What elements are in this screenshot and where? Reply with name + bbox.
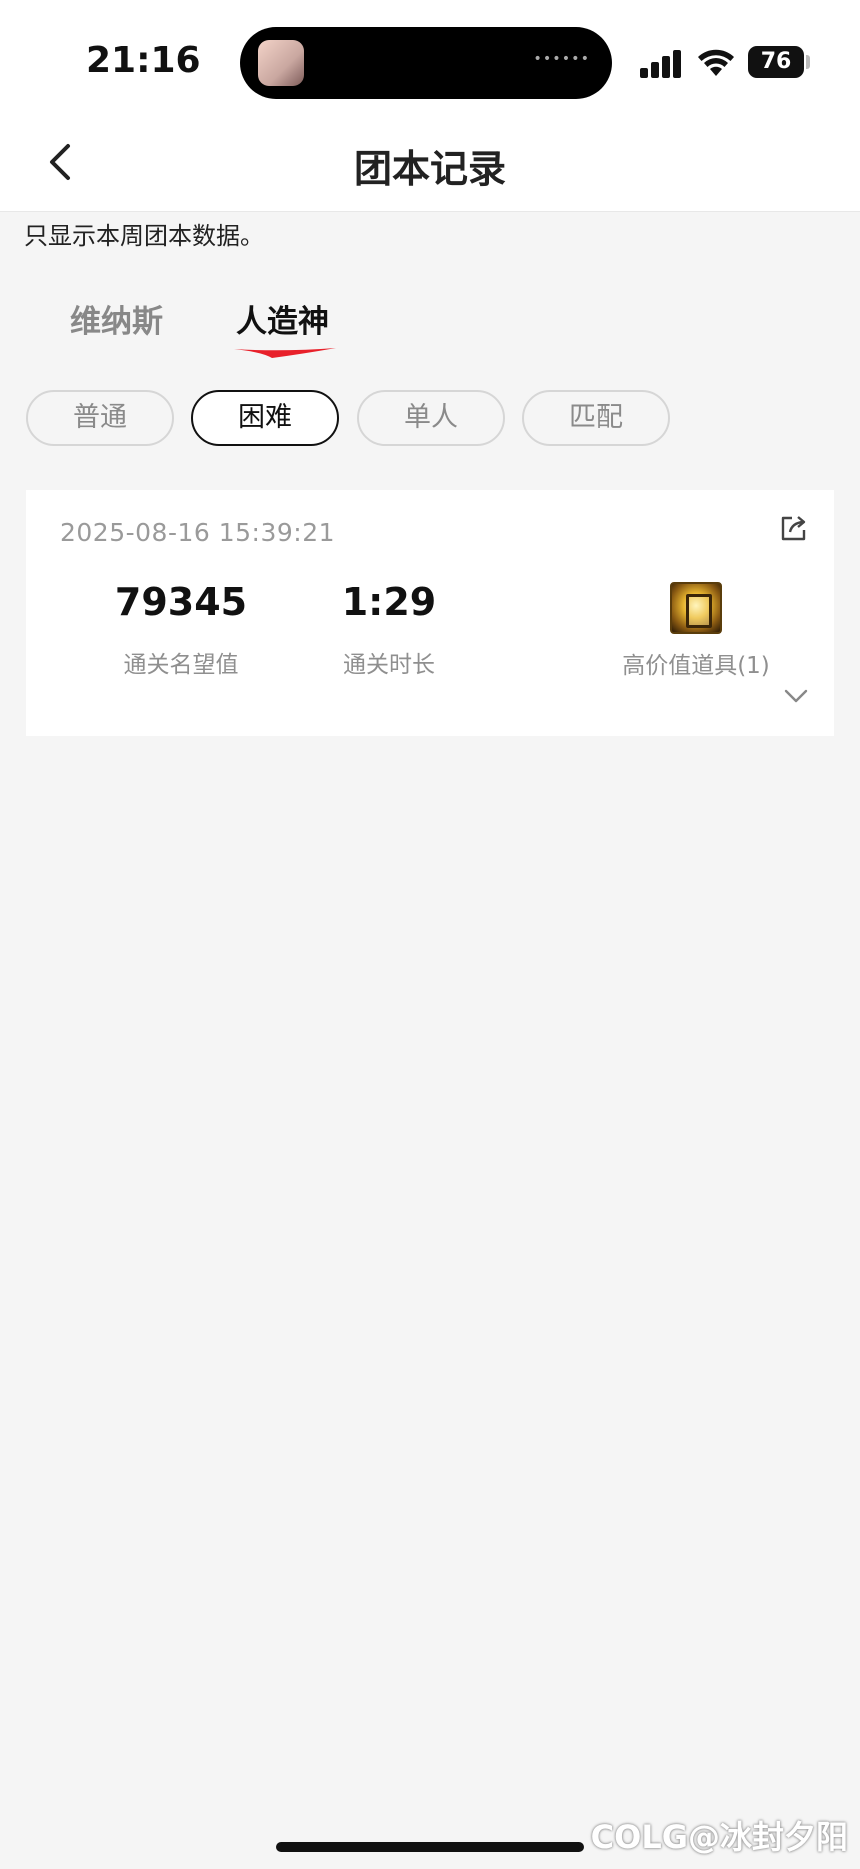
clear-time-value: 1:29 (341, 580, 437, 624)
record-timestamp: 2025-08-16 15:39:21 (60, 518, 336, 547)
clear-time-label: 通关时长 (343, 652, 435, 678)
pill-normal[interactable]: 普通 (26, 390, 174, 446)
pill-hard[interactable]: 困难 (191, 390, 339, 446)
record-card[interactable]: 2025-08-16 15:39:21 79345 通关名望值 1:29 通关时… (26, 490, 834, 736)
tab-venus[interactable]: 维纳斯 (70, 296, 163, 341)
pill-solo[interactable]: 单人 (357, 390, 505, 446)
weekly-notice: 只显示本周团本数据。 (24, 222, 264, 250)
tab-artificial-god[interactable]: 人造神 (236, 296, 329, 341)
reputation-label: 通关名望值 (123, 652, 239, 678)
reputation-value: 79345 (114, 580, 248, 624)
pill-matchmaking[interactable]: 匹配 (522, 390, 670, 446)
high-value-item-label: 高价值道具(1) (622, 653, 770, 679)
dynamic-island[interactable]: •••••• (240, 27, 612, 99)
island-dots-icon: •••••• (533, 51, 590, 67)
treasure-item-icon[interactable] (670, 582, 722, 634)
battery-cap-icon (806, 55, 810, 69)
nav-header: 团本记录 (0, 112, 860, 212)
chevron-down-icon[interactable] (782, 686, 810, 706)
wifi-icon (698, 49, 734, 76)
island-app-icon (258, 40, 304, 86)
cellular-signal-icon (640, 48, 684, 78)
watermark: COLG@冰封夕阳 (590, 1818, 848, 1856)
page-title: 团本记录 (353, 147, 506, 191)
home-indicator[interactable] (276, 1842, 584, 1852)
page: 21:16 •••••• 76 团本记录 只显示本周团本数据。 维纳斯 人造神 (0, 0, 860, 1869)
active-tab-indicator (234, 348, 336, 358)
status-time: 21:16 (86, 40, 201, 81)
share-icon[interactable] (778, 512, 810, 544)
battery-indicator: 76 (748, 46, 804, 78)
status-bar: 21:16 •••••• 76 (0, 0, 860, 112)
